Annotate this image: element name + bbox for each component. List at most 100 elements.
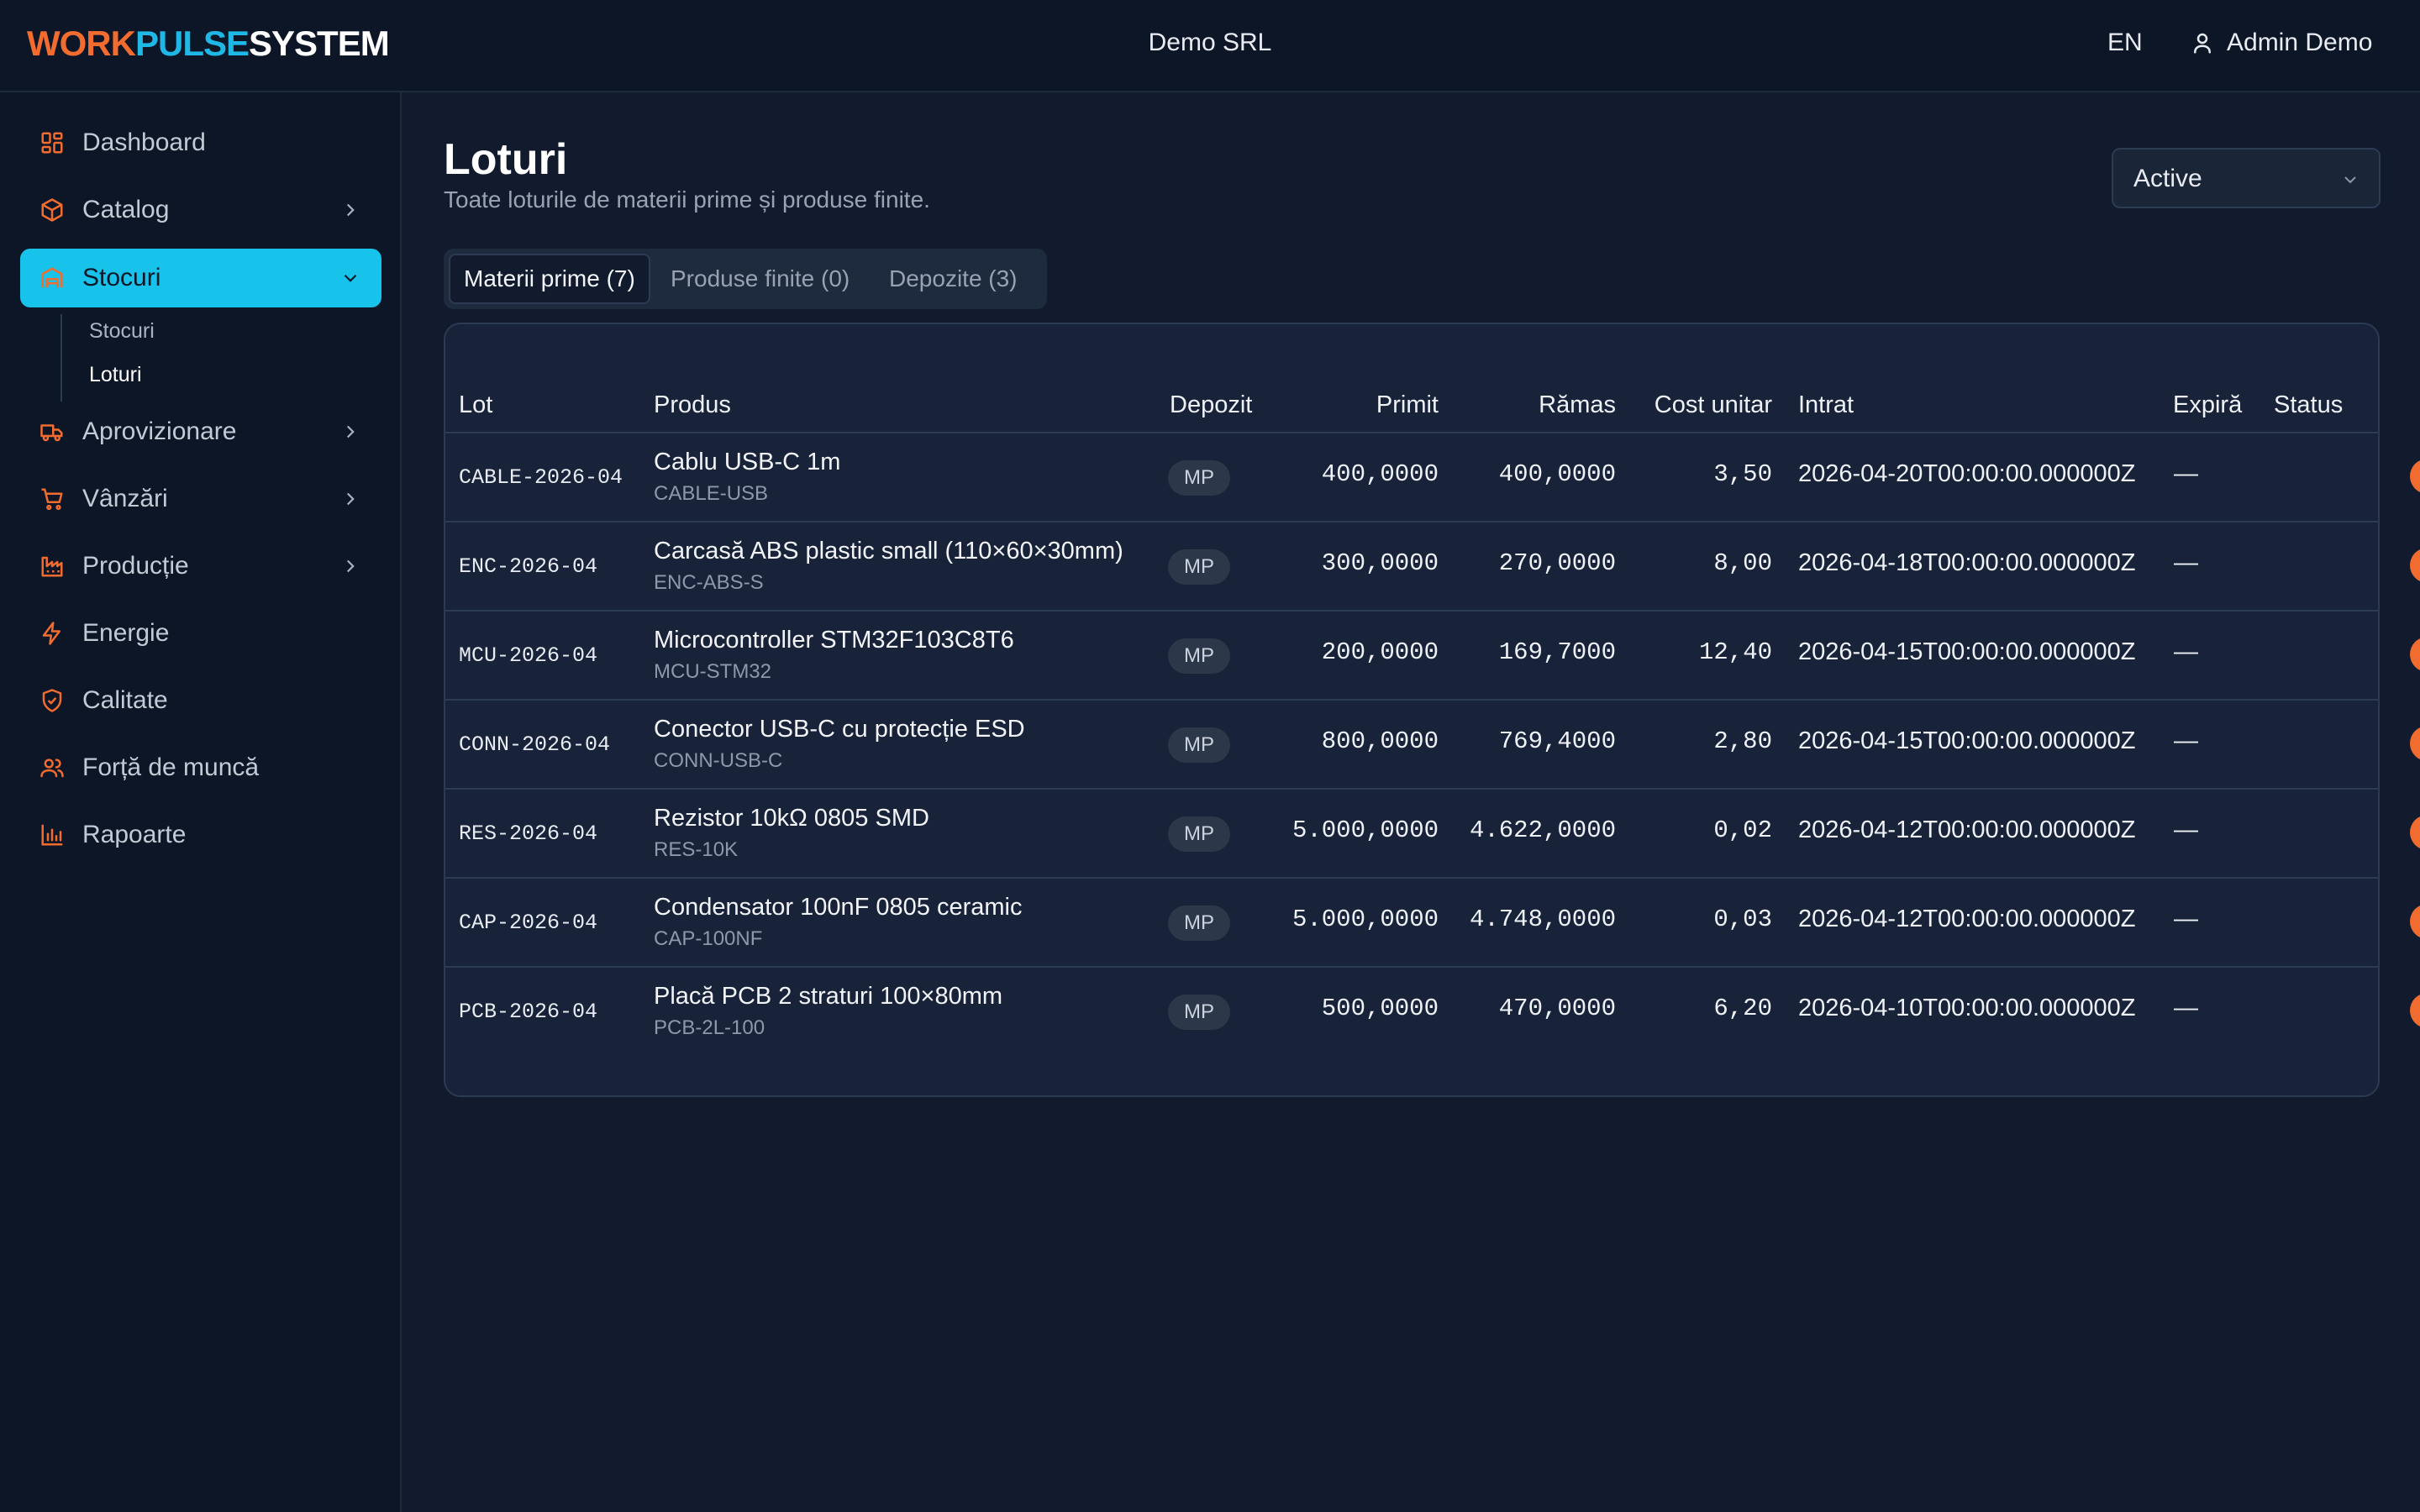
sidebar-item-energie[interactable]: Energie	[20, 604, 381, 663]
status-badge: active	[2410, 459, 2420, 494]
lot-code: RES-2026-04	[459, 822, 598, 846]
sidebar-item-dashboard[interactable]: Dashboard	[20, 113, 381, 172]
lot-code: CONN-2026-04	[459, 732, 611, 757]
truck-icon	[39, 418, 66, 445]
remaining-qty: 4.622,0000	[1469, 816, 1616, 844]
chevron-right-icon	[346, 425, 355, 438]
column-header-intrat: Intrat	[1798, 391, 1854, 418]
user-icon	[2194, 33, 2211, 54]
sidebar-item-forta-de-munca[interactable]: Forță de muncă	[20, 738, 381, 797]
unit-cost: 12,40	[1698, 638, 1772, 666]
entered-date: 2026-04-12T00:00:00.000000Z	[1798, 906, 2136, 932]
sidebar-item-label: Catalog	[82, 196, 170, 223]
expiry-date: —	[2174, 549, 2198, 576]
status-badge: active	[2410, 548, 2420, 583]
chevron-down-icon	[344, 274, 357, 282]
user-name: Admin Demo	[2227, 29, 2373, 56]
sidebar-subitem-stocuri[interactable]: Stocuri	[89, 319, 155, 344]
column-header-produs: Produs	[654, 391, 731, 418]
entered-date: 2026-04-10T00:00:00.000000Z	[1798, 995, 2136, 1021]
sidebar-item-vanzari[interactable]: Vânzări	[20, 470, 381, 528]
sidebar-item-aprovizionare[interactable]: Aprovizionare	[20, 402, 381, 461]
status-badge: active	[2410, 904, 2420, 939]
sidebar-item-label: Rapoarte	[82, 821, 187, 848]
sidebar-item-stocuri[interactable]: Stocuri	[20, 249, 381, 307]
chevron-right-icon	[346, 203, 355, 217]
chevron-right-icon	[346, 492, 355, 506]
sidebar-subitem-loturi[interactable]: Loturi	[89, 363, 142, 387]
tab-produse-finite[interactable]: Produse finite (0)	[657, 254, 863, 304]
sidebar-item-label: Calitate	[82, 686, 168, 714]
expiry-date: —	[2174, 638, 2198, 665]
sidebar-item-rapoarte[interactable]: Rapoarte	[20, 806, 381, 864]
chevron-down-icon	[2344, 176, 2356, 184]
cart-icon	[39, 486, 66, 512]
table-row[interactable]: PCB-2026-04 Placă PCB 2 straturi 100×80m…	[445, 966, 2420, 1057]
entered-date: 2026-04-15T00:00:00.000000Z	[1798, 638, 2136, 665]
product-name: Cablu USB-C 1m	[654, 449, 841, 475]
table-row[interactable]: CAP-2026-04 Condensator 100nF 0805 ceram…	[445, 877, 2420, 968]
depot-badge: MP	[1168, 727, 1230, 763]
tab-materii-prime[interactable]: Materii prime (7)	[449, 254, 650, 304]
remaining-qty: 169,7000	[1498, 638, 1616, 666]
product-name: Rezistor 10kΩ 0805 SMD	[654, 805, 929, 832]
column-header-depozit: Depozit	[1170, 391, 1253, 418]
product-name: Condensator 100nF 0805 ceramic	[654, 894, 1023, 921]
status-filter-select[interactable]: Active	[2112, 148, 2381, 208]
entered-date: 2026-04-20T00:00:00.000000Z	[1798, 460, 2136, 487]
received-qty: 5.000,0000	[1292, 906, 1439, 933]
received-qty: 200,0000	[1321, 638, 1439, 666]
product-name: Microcontroller STM32F103C8T6	[654, 627, 1014, 654]
depot-badge: MP	[1168, 816, 1230, 852]
entered-date: 2026-04-18T00:00:00.000000Z	[1798, 549, 2136, 576]
remaining-qty: 270,0000	[1498, 549, 1616, 577]
lot-code: CABLE-2026-04	[459, 465, 623, 490]
sidebar-item-catalog[interactable]: Catalog	[20, 181, 381, 239]
sidebar-item-label: Vânzări	[82, 485, 168, 512]
table-row[interactable]: CONN-2026-04 Conector USB-C cu protecție…	[445, 699, 2420, 790]
expiry-date: —	[2174, 727, 2198, 754]
lot-code: PCB-2026-04	[459, 1000, 598, 1024]
unit-cost: 2,80	[1713, 727, 1772, 755]
sidebar-item-label: Producție	[82, 552, 189, 580]
unit-cost: 0,03	[1713, 906, 1772, 933]
table-row[interactable]: RES-2026-04 Rezistor 10kΩ 0805 SMD RES-1…	[445, 788, 2420, 879]
table-row[interactable]: ENC-2026-04 Carcasă ABS plastic small (1…	[445, 521, 2420, 612]
unit-cost: 0,02	[1713, 816, 1772, 844]
status-badge: active	[2410, 726, 2420, 761]
table-row[interactable]: CABLE-2026-04 Cablu USB-C 1m CABLE-USB M…	[445, 432, 2420, 522]
tab-depozite[interactable]: Depozite (3)	[876, 254, 1031, 304]
shield-check-icon	[39, 687, 66, 714]
entered-date: 2026-04-15T00:00:00.000000Z	[1798, 727, 2136, 754]
sidebar-item-productie[interactable]: Producție	[20, 537, 381, 596]
user-menu[interactable]: Admin Demo	[2190, 29, 2372, 57]
unit-cost: 6,20	[1713, 995, 1772, 1022]
sidebar-item-label: Energie	[82, 619, 170, 647]
received-qty: 300,0000	[1321, 549, 1439, 577]
column-header-lot: Lot	[459, 391, 493, 418]
product-name: Carcasă ABS plastic small (110×60×30mm)	[654, 538, 1123, 564]
entered-date: 2026-04-12T00:00:00.000000Z	[1798, 816, 2136, 843]
page-title: Loturi	[444, 135, 568, 184]
language-switch[interactable]: EN	[2107, 29, 2143, 57]
table-row[interactable]: MCU-2026-04 Microcontroller STM32F103C8T…	[445, 610, 2420, 701]
status-filter-value: Active	[2133, 165, 2202, 192]
unit-cost: 3,50	[1713, 460, 1772, 488]
column-header-primit: Primit	[1376, 391, 1439, 418]
warehouse-icon	[39, 265, 66, 291]
product-sku: RES-10K	[654, 838, 739, 861]
lot-code: MCU-2026-04	[459, 643, 598, 668]
expiry-date: —	[2174, 906, 2198, 932]
column-header-cost-unitar: Cost unitar	[1654, 391, 1772, 418]
remaining-qty: 470,0000	[1498, 995, 1616, 1022]
received-qty: 500,0000	[1321, 995, 1439, 1022]
page-subtitle: Toate loturile de materii prime și produ…	[444, 186, 930, 213]
sidebar-item-label: Dashboard	[82, 129, 206, 156]
depot-badge: MP	[1168, 460, 1230, 496]
sidebar-item-calitate[interactable]: Calitate	[20, 671, 381, 730]
column-header-ramas: Rămas	[1539, 391, 1616, 418]
depot-badge: MP	[1168, 638, 1230, 674]
received-qty: 5.000,0000	[1292, 816, 1439, 844]
received-qty: 400,0000	[1321, 460, 1439, 488]
top-bar: WORKPULSESYSTEM Demo SRL EN Admin Demo	[0, 0, 2420, 92]
